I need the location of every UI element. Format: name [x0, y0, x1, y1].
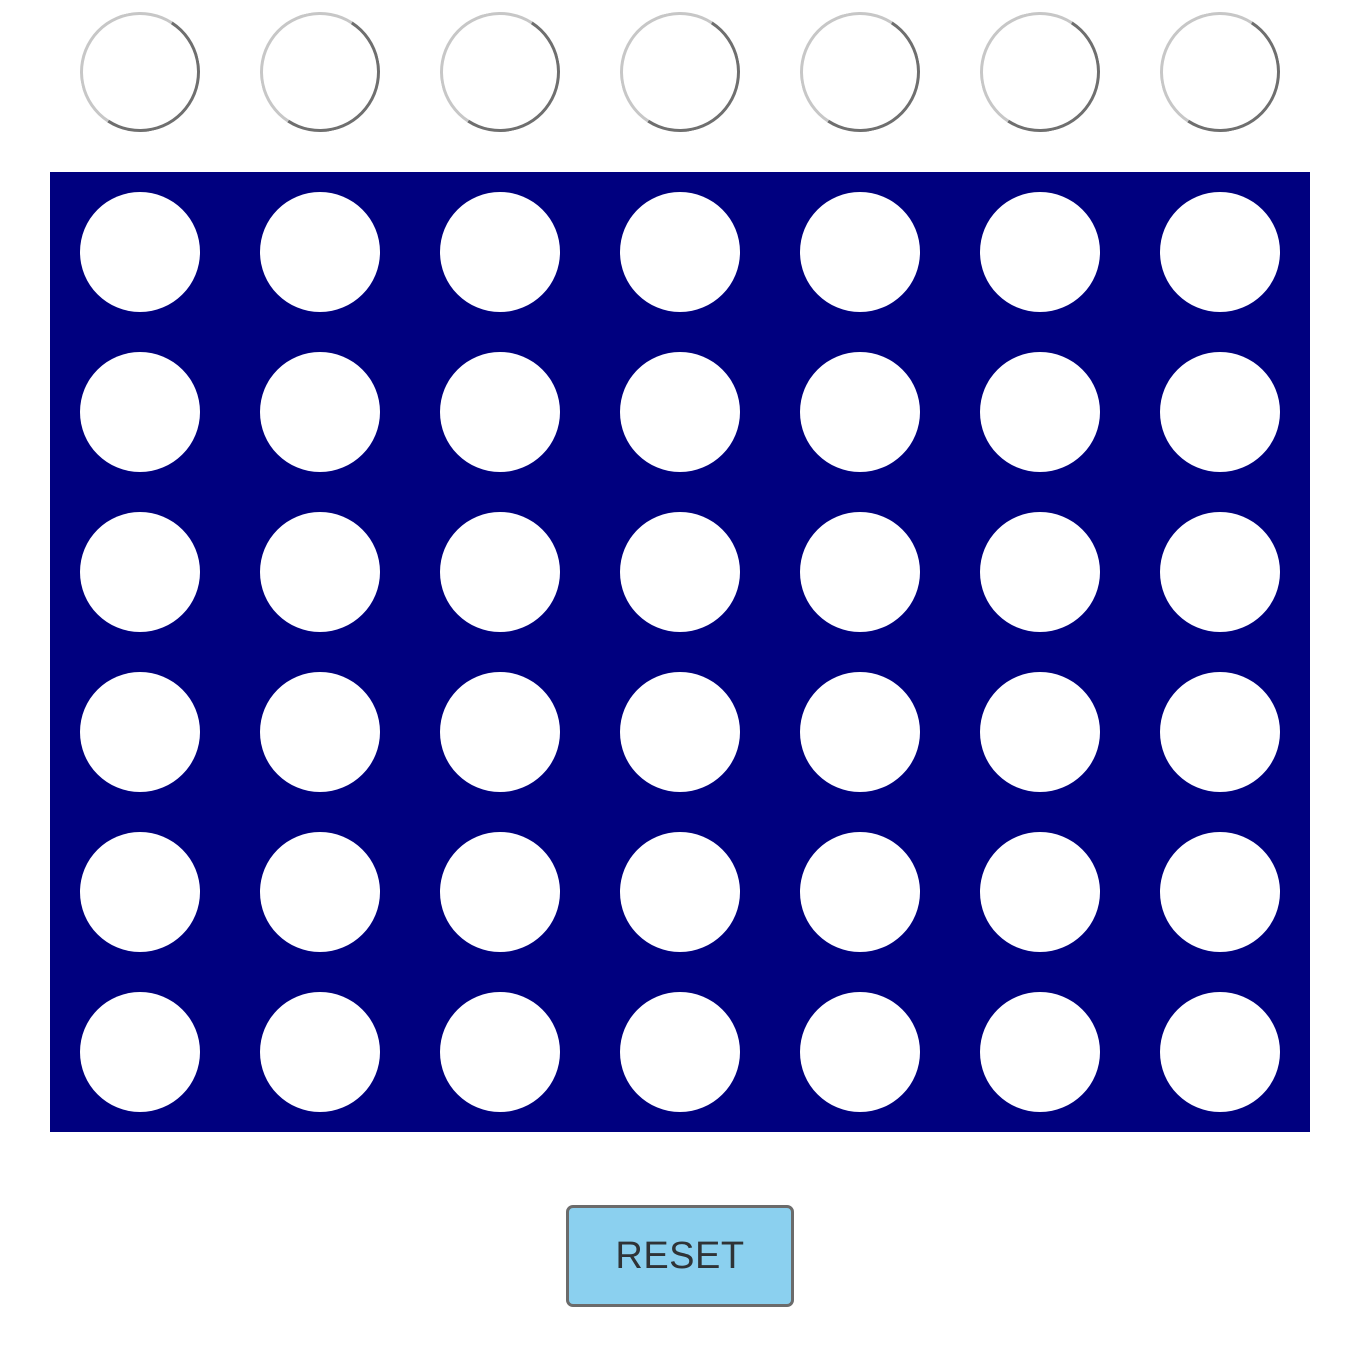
- board-cell: [980, 992, 1100, 1112]
- board-cell: [620, 992, 740, 1112]
- board-cell: [620, 352, 740, 472]
- reset-button[interactable]: RESET: [566, 1205, 794, 1307]
- board-cell: [440, 672, 560, 792]
- board-cell: [980, 672, 1100, 792]
- board-cell: [440, 992, 560, 1112]
- board-cell: [980, 352, 1100, 472]
- board-cell: [1160, 512, 1280, 632]
- board-cell: [260, 992, 380, 1112]
- board-cell: [80, 512, 200, 632]
- board-cell: [440, 832, 560, 952]
- board-cell: [80, 992, 200, 1112]
- column-drop-slot[interactable]: [968, 0, 1112, 144]
- board-cell: [980, 512, 1100, 632]
- board-cell: [1160, 352, 1280, 472]
- column-drop-slot[interactable]: [1148, 0, 1292, 144]
- column-drop-slot[interactable]: [68, 0, 212, 144]
- column-drop-slot[interactable]: [788, 0, 932, 144]
- board-cell: [440, 192, 560, 312]
- board-cell: [80, 832, 200, 952]
- board-cell: [260, 832, 380, 952]
- board-cell: [620, 512, 740, 632]
- board-cell: [800, 352, 920, 472]
- column-drop-slot[interactable]: [608, 0, 752, 144]
- board-cell: [620, 832, 740, 952]
- board-cell: [440, 512, 560, 632]
- column-drop-slot[interactable]: [248, 0, 392, 144]
- board-cell: [260, 352, 380, 472]
- board-cell: [620, 672, 740, 792]
- board-cell: [800, 992, 920, 1112]
- board-cell: [1160, 672, 1280, 792]
- board-cell: [80, 192, 200, 312]
- board-cell: [800, 672, 920, 792]
- board-cell: [620, 192, 740, 312]
- board-cell: [80, 352, 200, 472]
- board-cell: [800, 512, 920, 632]
- board-cell: [80, 672, 200, 792]
- column-drop-slot[interactable]: [428, 0, 572, 144]
- board-cell: [800, 192, 920, 312]
- board-cell: [260, 672, 380, 792]
- game-board: [50, 172, 1310, 1132]
- column-drop-row: [50, 0, 1310, 144]
- board-cell: [260, 512, 380, 632]
- board-cell: [260, 192, 380, 312]
- board-cell: [980, 192, 1100, 312]
- board-cell: [980, 832, 1100, 952]
- board-cell: [1160, 832, 1280, 952]
- board-cell: [1160, 992, 1280, 1112]
- board-cell: [440, 352, 560, 472]
- board-cell: [1160, 192, 1280, 312]
- board-cell: [800, 832, 920, 952]
